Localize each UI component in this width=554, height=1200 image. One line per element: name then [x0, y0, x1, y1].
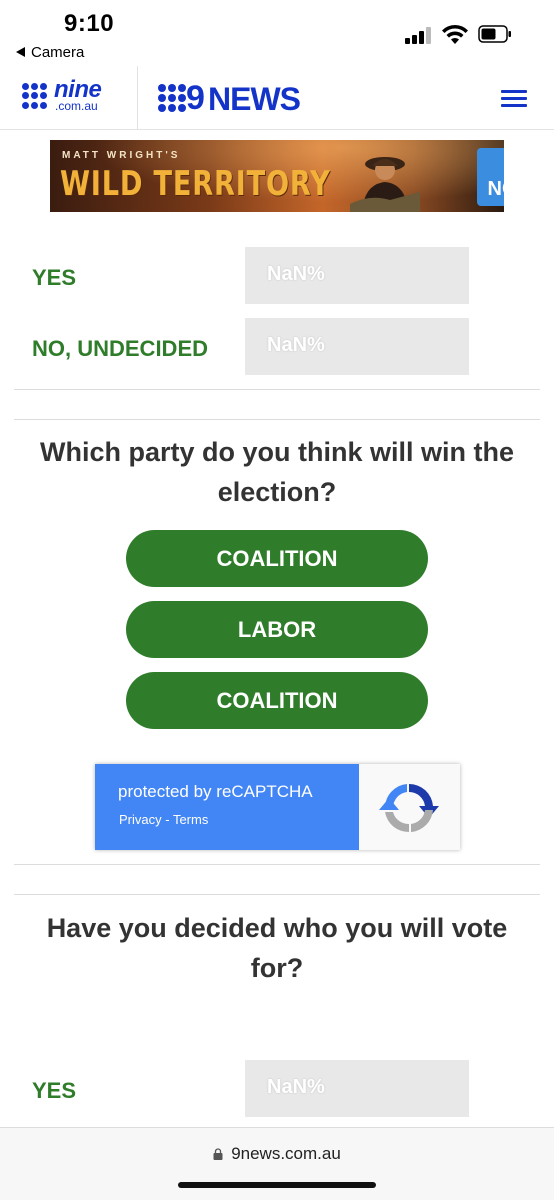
poll-result-row: YES NaN% [0, 247, 554, 305]
poll-option-button[interactable]: COALITION [126, 672, 428, 729]
recaptcha-badge[interactable]: protected by reCAPTCHA Privacy - Terms [95, 764, 460, 850]
section-divider [14, 864, 540, 865]
poll-result-bar: NaN% [245, 318, 469, 375]
status-bar: 9:10 Camera [0, 0, 554, 66]
poll-result-value: NaN% [267, 263, 325, 285]
ad-banner[interactable]: MATT WRIGHT'S WILD TERRITORY 9 NOW [50, 140, 504, 212]
section-divider [14, 894, 540, 895]
browser-address-bar[interactable]: 9news.com.au [0, 1127, 554, 1200]
poll-result-label: YES [32, 1078, 77, 1103]
lock-icon [213, 1148, 223, 1160]
recaptcha-terms-link[interactable]: Terms [173, 812, 208, 827]
address-display[interactable]: 9news.com.au [0, 1144, 554, 1164]
poll-question: Have you decided who you will vote for? [46, 913, 508, 983]
recaptcha-brand: reCAPTCHA [216, 782, 313, 801]
header-divider [137, 66, 138, 130]
back-arrow-icon [16, 47, 25, 58]
poll-option-button[interactable]: COALITION [126, 530, 428, 587]
ad-title: WILD TERRITORY [60, 164, 331, 204]
poll-result-label: YES [32, 265, 77, 290]
back-app-label: Camera [31, 44, 85, 61]
poll-result-row: NO, UNDECIDED NaN% [0, 318, 554, 376]
menu-icon[interactable] [501, 90, 527, 108]
status-time: 9:10 [64, 10, 115, 37]
site-header: nine .com.au 9 NEWS [0, 66, 554, 130]
poll-question: Which party do you think will win the el… [39, 437, 514, 507]
nine-com-au-logo[interactable]: nine .com.au [22, 76, 118, 116]
poll-result-label: NO, UNDECIDED [32, 336, 209, 361]
home-indicator[interactable] [178, 1182, 376, 1188]
recaptcha-logo-icon [379, 783, 439, 833]
9now-logo-now: NOW [487, 178, 504, 200]
ad-kicker: MATT WRIGHT'S [62, 150, 181, 161]
address-url: 9news.com.au [231, 1144, 341, 1163]
poll-option-button[interactable]: LABOR [126, 601, 428, 658]
news-dots-icon [158, 84, 188, 112]
nine-logo-sub: .com.au [55, 99, 98, 113]
recaptcha-protected-text: protected by reCAPTCHA [118, 782, 313, 802]
back-to-app-button[interactable]: Camera [16, 44, 84, 61]
news-logo-nine: 9 [186, 79, 205, 117]
poll-result-bar: NaN% [245, 1060, 469, 1117]
news-logo-text: NEWS [208, 81, 301, 117]
nine-dots-icon [22, 83, 48, 109]
section-divider [14, 419, 540, 420]
recaptcha-links: Privacy - Terms [119, 812, 208, 827]
section-divider [14, 389, 540, 390]
9now-logo-nine: 9 [477, 150, 504, 181]
9now-logo: 9 NOW [477, 148, 504, 206]
ad-person-image [350, 157, 420, 212]
recaptcha-link-separator: - [161, 812, 173, 827]
recaptcha-protected-by: protected by [118, 782, 217, 801]
battery-icon [478, 25, 511, 43]
poll-result-value: NaN% [267, 334, 325, 356]
recaptcha-panel: protected by reCAPTCHA Privacy - Terms [95, 764, 359, 850]
poll-result-bar: NaN% [245, 247, 469, 304]
cellular-signal-icon [405, 26, 433, 44]
wifi-icon [442, 24, 468, 44]
9news-logo[interactable]: 9 NEWS [158, 79, 333, 117]
poll-result-value: NaN% [267, 1076, 325, 1098]
recaptcha-privacy-link[interactable]: Privacy [119, 812, 162, 827]
poll-result-row: YES NaN% [0, 1060, 554, 1118]
